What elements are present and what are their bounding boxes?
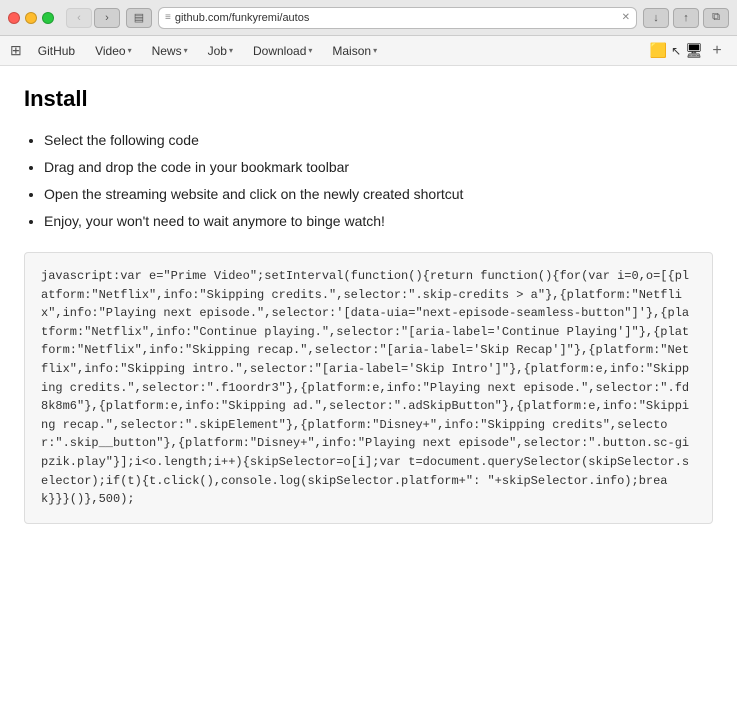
nav-label-job: Job [208, 44, 227, 58]
news-arrow-icon: ▾ [184, 46, 188, 55]
nav-label-maison: Maison [332, 44, 371, 58]
reload-icon: ✕ [622, 12, 630, 23]
grid-button[interactable]: ⊞ [10, 42, 22, 59]
page-content: Install Select the following code Drag a… [0, 66, 737, 724]
nav-bar: ⊞ GitHub Video ▾ News ▾ Job ▾ Download ▾… [0, 36, 737, 66]
list-item: Drag and drop the code in your bookmark … [44, 157, 713, 178]
url-text: github.com/funkyremi/autos [175, 12, 618, 24]
monitor-icon: 🖥 [685, 42, 703, 59]
back-icon: ‹ [77, 12, 81, 24]
nav-item-download[interactable]: Download ▾ [243, 36, 322, 65]
lock-icon: ≡ [165, 12, 171, 23]
share-icon: ↑ [683, 12, 689, 24]
list-item: Enjoy, your won't need to wait anymore t… [44, 211, 713, 232]
job-arrow-icon: ▾ [229, 46, 233, 55]
nav-item-github[interactable]: GitHub [28, 36, 85, 65]
list-item: Open the streaming website and click on … [44, 184, 713, 205]
back-button[interactable]: ‹ [66, 8, 92, 28]
minimize-button[interactable] [25, 12, 37, 24]
nav-bar-right: 🟨 ↖ 🖥 + [650, 41, 727, 61]
video-arrow-icon: ▾ [128, 46, 132, 55]
windows-button[interactable]: ⧉ [703, 8, 729, 28]
nav-label-download: Download [253, 44, 306, 58]
download-arrow-icon: ▾ [308, 46, 312, 55]
nav-item-video[interactable]: Video ▾ [85, 36, 142, 65]
title-bar: ‹ › ▤ ≡ github.com/funkyremi/autos ✕ ↓ ↑… [0, 0, 737, 36]
nav-item-news[interactable]: News ▾ [142, 36, 198, 65]
windows-icon: ⧉ [712, 11, 720, 24]
new-tab-button[interactable]: + [707, 41, 727, 61]
nav-label-github: GitHub [38, 44, 75, 58]
code-block[interactable]: javascript:var e="Prime Video";setInterv… [24, 252, 713, 524]
nav-item-job[interactable]: Job ▾ [198, 36, 243, 65]
close-button[interactable] [8, 12, 20, 24]
download-icon-btn[interactable]: ↓ [643, 8, 669, 28]
nav-item-maison[interactable]: Maison ▾ [322, 36, 387, 65]
forward-icon: › [105, 12, 109, 24]
sidebar-button[interactable]: ▤ [126, 8, 152, 28]
forward-button[interactable]: › [94, 8, 120, 28]
traffic-lights [8, 12, 54, 24]
page-title: Install [24, 86, 713, 112]
nav-buttons: ‹ › [66, 8, 120, 28]
share-button[interactable]: ↑ [673, 8, 699, 28]
cursor-icon: ↖ [671, 44, 681, 58]
flag-icon: 🟨 [650, 42, 667, 59]
list-item: Select the following code [44, 130, 713, 151]
install-steps: Select the following code Drag and drop … [24, 130, 713, 232]
sidebar-icon: ▤ [134, 11, 144, 24]
nav-label-news: News [152, 44, 182, 58]
maximize-button[interactable] [42, 12, 54, 24]
url-bar[interactable]: ≡ github.com/funkyremi/autos ✕ [158, 7, 637, 29]
maison-arrow-icon: ▾ [373, 46, 377, 55]
nav-label-video: Video [95, 44, 125, 58]
title-bar-right: ↓ ↑ ⧉ [643, 8, 729, 28]
